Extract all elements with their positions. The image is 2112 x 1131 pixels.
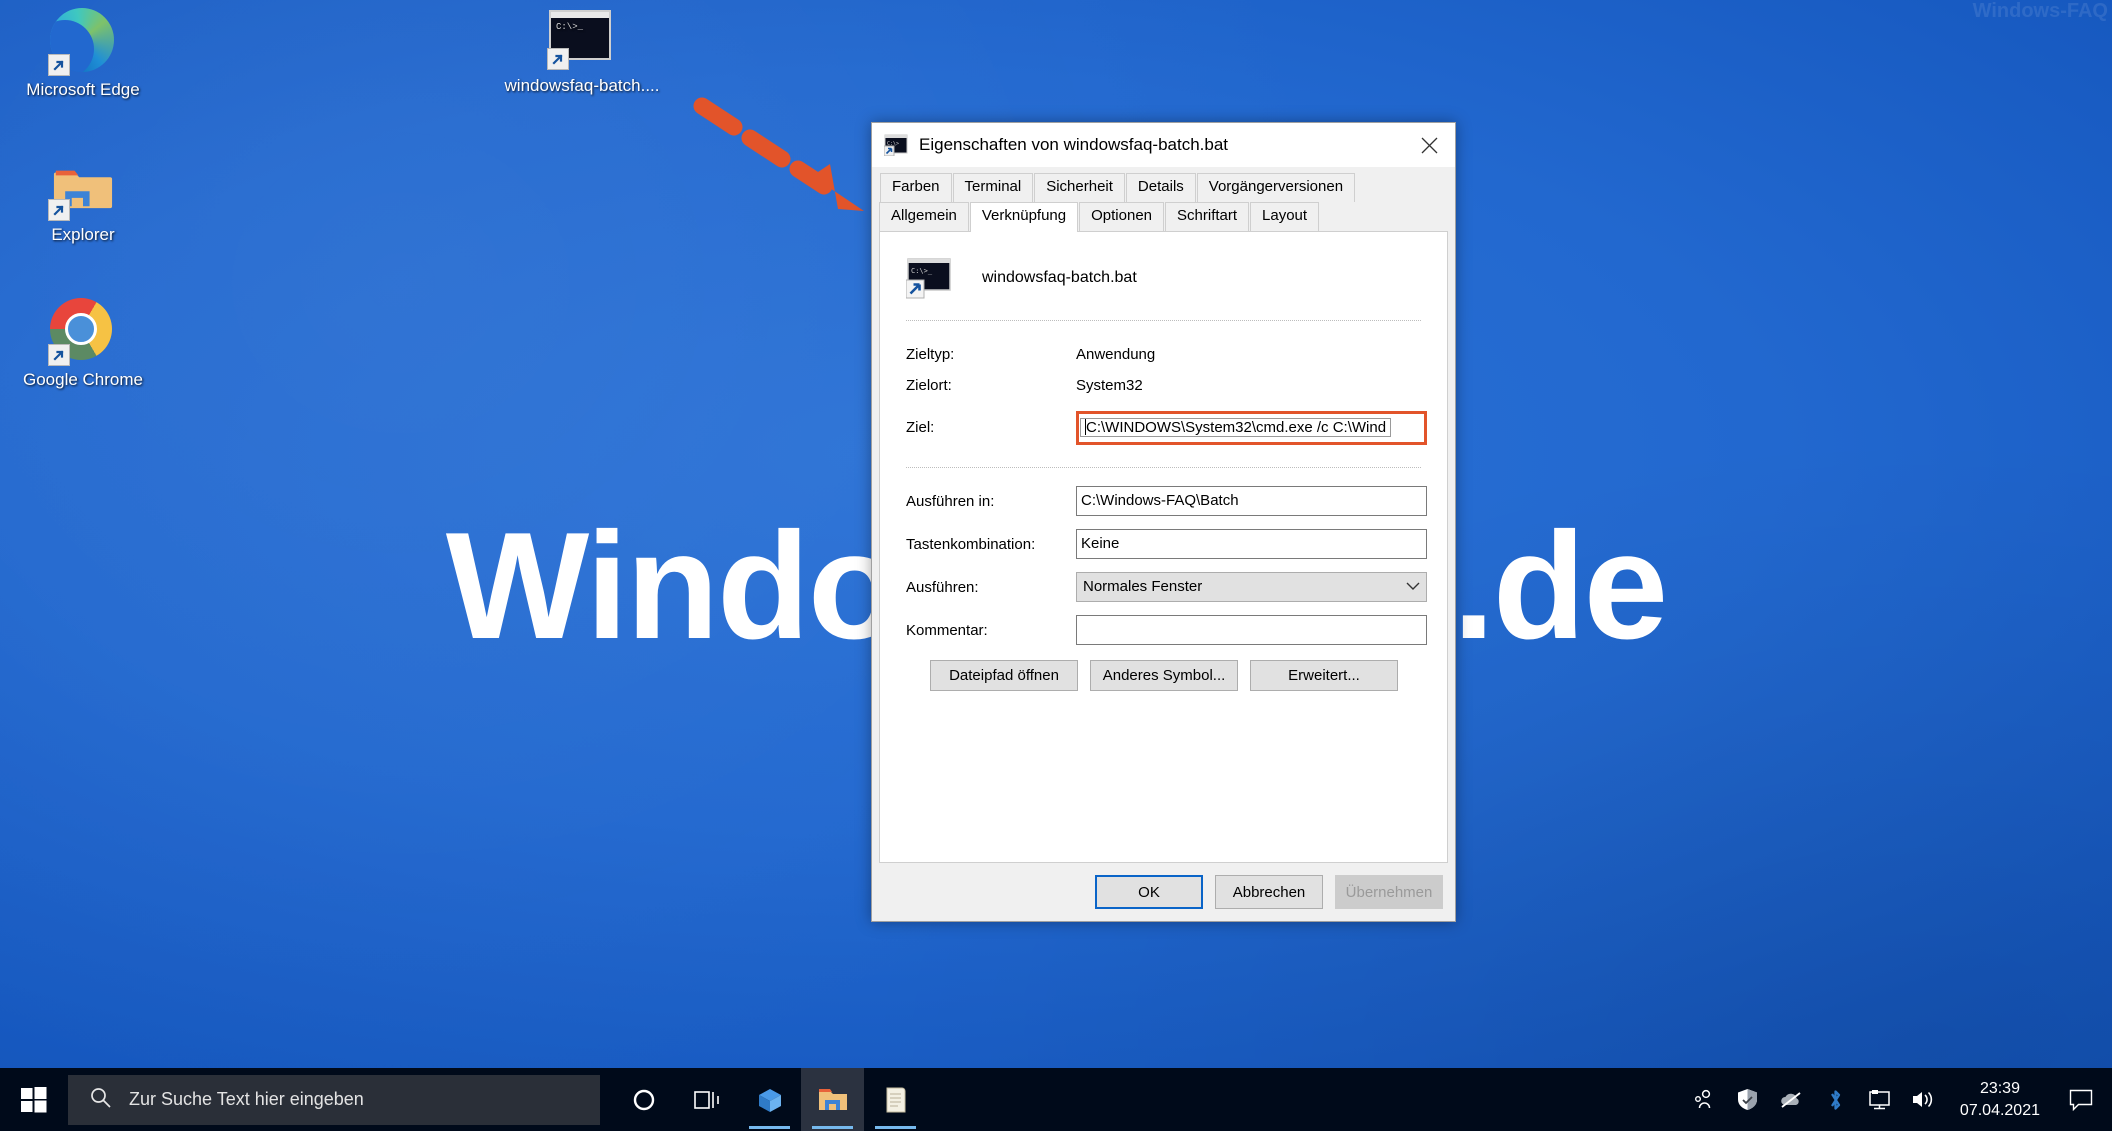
ausfuehren-select[interactable]: Normales Fenster (1076, 572, 1427, 602)
desktop-icon-windowsfaq-batch[interactable]: C:\>_ windowsfaq-batch.... (497, 10, 667, 96)
dialog-footer: OK Abbrechen Übernehmen (872, 863, 1455, 921)
tab-row-upper: Farben Terminal Sicherheit Details Vorgä… (879, 173, 1448, 202)
notepad-icon[interactable] (864, 1068, 927, 1131)
system-tray[interactable]: 23:39 07.04.2021 (1682, 1068, 2112, 1131)
field-row-ziel: Ziel: C:\WINDOWS\System32\cmd.exe /c C:\… (906, 410, 1427, 445)
field-label: Kommentar: (906, 621, 988, 639)
desktop-icon-label: Microsoft Edge (26, 80, 140, 99)
tab-details[interactable]: Details (1125, 173, 1196, 202)
edge-icon (48, 8, 116, 76)
taskbar[interactable]: Zur Suche Text hier eingeben 23:39 07.04… (0, 1068, 2112, 1131)
batch-file-icon: C:\>_ (547, 10, 615, 70)
desktop-icon-label: windowsfaq-batch.... (504, 76, 660, 95)
clock-date: 07.04.2021 (1959, 1101, 2040, 1119)
cancel-button[interactable]: Abbrechen (1215, 875, 1323, 909)
kommentar-input[interactable] (1076, 615, 1427, 645)
apply-button: Übernehmen (1335, 875, 1443, 909)
people-icon[interactable] (1682, 1068, 1726, 1131)
field-row-zielort: Zielort: System32 (906, 370, 1427, 401)
desktop[interactable]: Windows-FAQ.de Windows-FAQ Microsoft Edg… (0, 0, 2112, 1131)
clock[interactable]: 23:39 07.04.2021 (1946, 1068, 2054, 1131)
dialog-titlebar[interactable]: C:\> Eigenschaften von windowsfaq-batch.… (872, 123, 1455, 167)
ziel-highlight-box: C:\WINDOWS\System32\cmd.exe /c C:\Wind (1076, 410, 1427, 445)
tab-farben[interactable]: Farben (880, 173, 952, 202)
tab-strip[interactable]: Farben Terminal Sicherheit Details Vorgä… (872, 167, 1455, 232)
desktop-icon-label: Explorer (51, 225, 115, 244)
tab-optionen[interactable]: Optionen (1079, 201, 1165, 231)
chevron-down-icon (1406, 573, 1420, 601)
volume-icon[interactable] (1902, 1068, 1946, 1131)
desktop-icon-label: Google Chrome (22, 370, 143, 389)
chrome-icon (48, 298, 116, 366)
search-icon (90, 1087, 111, 1113)
field-row-ausfuehren-in: Ausführen in: C:\Windows-FAQ\Batch (906, 486, 1427, 517)
shortcut-arrow-icon (48, 54, 70, 76)
tastenkombination-input[interactable]: Keine (1076, 529, 1427, 559)
ziel-input-value: C:\WINDOWS\System32\cmd.exe /c C:\Wind (1086, 418, 1387, 436)
desktop-icon-microsoft-edge[interactable]: Microsoft Edge (8, 8, 158, 100)
field-label: Zieltyp: (906, 345, 955, 363)
batch-file-icon: C:\>_ (905, 257, 952, 298)
field-label: Ausführen in: (906, 492, 995, 510)
tab-row-lower: Allgemein Verknüpfung Optionen Schriftar… (879, 201, 1448, 232)
folder-icon (48, 153, 116, 221)
field-value: Anwendung (1076, 345, 1156, 363)
bluetooth-icon[interactable] (1814, 1068, 1858, 1131)
field-label: Ausführen: (906, 578, 979, 596)
field-row-ausfuehren: Ausführen: Normales Fenster (906, 572, 1427, 603)
tab-panel-verknuepfung: C:\>_ windowsfaq-batch.bat Zieltyp: Anwe… (879, 230, 1448, 863)
divider (906, 319, 1421, 321)
dateipfad-oeffnen-button[interactable]: Dateipfad öffnen (930, 659, 1078, 691)
erweitert-button[interactable]: Erweitert... (1250, 659, 1398, 691)
desktop-icon-google-chrome[interactable]: Google Chrome (8, 298, 158, 390)
action-button-row: Dateipfad öffnen Anderes Symbol... Erwei… (930, 659, 1427, 691)
shortcut-arrow-icon (48, 344, 70, 366)
shortcut-arrow-icon (48, 199, 70, 221)
properties-dialog[interactable]: C:\> Eigenschaften von windowsfaq-batch.… (871, 122, 1456, 922)
file-explorer-icon[interactable] (801, 1068, 864, 1131)
desktop-icon-explorer[interactable]: Explorer (8, 153, 158, 245)
task-view-icon[interactable] (675, 1068, 738, 1131)
clock-time: 23:39 (1979, 1079, 2020, 1097)
field-label: Tastenkombination: (906, 535, 1036, 553)
network-icon[interactable] (1858, 1068, 1902, 1131)
ok-button[interactable]: OK (1095, 875, 1203, 909)
close-icon[interactable] (1403, 123, 1455, 167)
shortcut-arrow-icon (547, 48, 569, 70)
notification-icon[interactable] (2054, 1068, 2108, 1131)
wallpaper-watermark-corner: Windows-FAQ (1972, 0, 2108, 22)
tab-layout[interactable]: Layout (1250, 201, 1320, 231)
tab-allgemein[interactable]: Allgemein (879, 201, 969, 231)
tab-verknuepfung[interactable]: Verknüpfung (969, 201, 1079, 232)
store-icon[interactable] (738, 1068, 801, 1131)
dialog-title-icon: C:\> (883, 134, 908, 157)
divider (906, 466, 1421, 468)
svg-text:C:\>_: C:\>_ (911, 267, 933, 275)
file-name: windowsfaq-batch.bat (982, 268, 1137, 286)
ziel-input[interactable]: C:\WINDOWS\System32\cmd.exe /c C:\Wind (1080, 417, 1392, 437)
field-row-kommentar: Kommentar: (906, 615, 1427, 646)
field-label: Zielort: (906, 376, 952, 394)
tab-schriftart[interactable]: Schriftart (1165, 201, 1250, 231)
ausfuehren-in-input[interactable]: C:\Windows-FAQ\Batch (1076, 486, 1427, 516)
cortana-icon[interactable] (612, 1068, 675, 1131)
onedrive-offline-icon[interactable] (1770, 1068, 1814, 1131)
field-row-zieltyp: Zieltyp: Anwendung (906, 339, 1427, 370)
annotation-arrow-icon (693, 97, 864, 211)
tab-vorgaengerversionen[interactable]: Vorgängerversionen (1196, 173, 1356, 202)
file-header: C:\>_ windowsfaq-batch.bat (905, 257, 1427, 298)
dialog-title: Eigenschaften von windowsfaq-batch.bat (919, 135, 1229, 154)
field-label: Ziel: (906, 419, 935, 436)
field-row-tastenkombination: Tastenkombination: Keine (906, 529, 1427, 560)
security-shield-icon[interactable] (1726, 1068, 1770, 1131)
tab-terminal[interactable]: Terminal (952, 173, 1034, 202)
start-icon[interactable] (0, 1068, 68, 1131)
field-value: System32 (1076, 376, 1143, 394)
ausfuehren-select-value: Normales Fenster (1083, 578, 1203, 595)
search-input[interactable]: Zur Suche Text hier eingeben (68, 1074, 600, 1125)
search-placeholder: Zur Suche Text hier eingeben (129, 1089, 364, 1109)
anderes-symbol-button[interactable]: Anderes Symbol... (1090, 659, 1238, 691)
tab-sicherheit[interactable]: Sicherheit (1034, 173, 1125, 202)
